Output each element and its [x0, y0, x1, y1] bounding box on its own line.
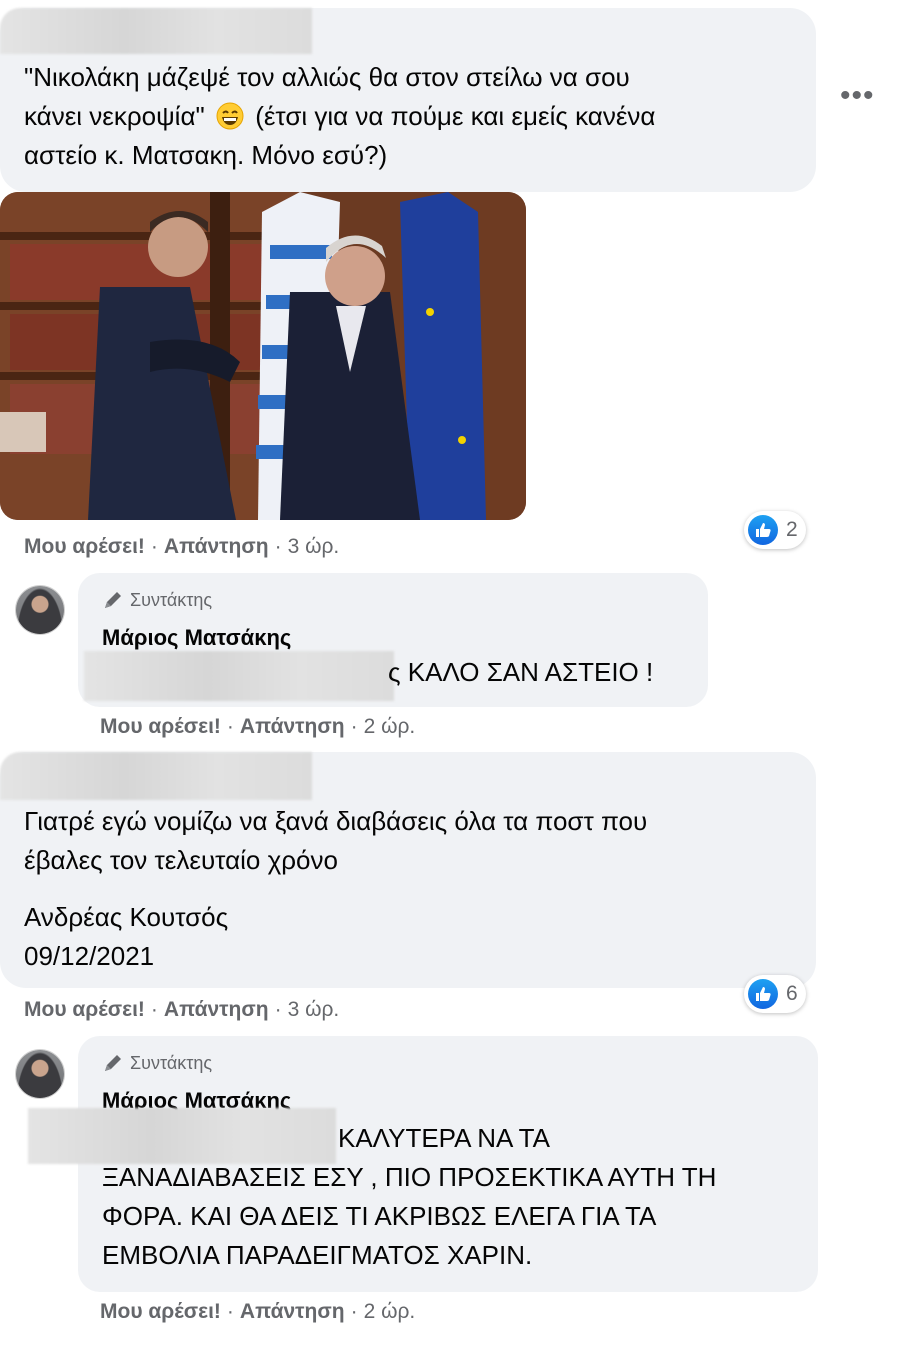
- badge-label: Συντάκτης: [130, 589, 213, 610]
- reaction-summary[interactable]: 6: [744, 975, 806, 1013]
- separator-dot: ·: [350, 1300, 358, 1323]
- comment-line: Γιατρέ εγώ νομίζω να ξανά διαβάσεις όλα …: [24, 806, 648, 836]
- like-link[interactable]: Μου αρέσει!: [100, 715, 221, 738]
- reply-line: ΦΟΡΑ. ΚΑΙ ΘΑ ΔΕΙΣ ΤΙ ΑΚΡΙΒΩΣ ΕΛΕΓΑ ΓΙΑ Τ…: [102, 1201, 657, 1231]
- comment-bubble: "Νικολάκη μάζεψέ τον αλλιώς θα στον στεί…: [0, 8, 816, 192]
- grinning-face-emoji: [216, 102, 244, 130]
- like-link[interactable]: Μου αρέσει!: [24, 535, 145, 558]
- reply-link[interactable]: Απάντηση: [240, 1300, 345, 1323]
- photo-illustration: [0, 192, 526, 520]
- author-name[interactable]: Μάριος Ματσάκης: [102, 625, 291, 651]
- like-reaction-icon: [748, 979, 778, 1009]
- reaction-count: 6: [786, 982, 798, 1005]
- like-reaction-icon: [748, 515, 778, 545]
- reply-line: ΞΑΝΑΔΙΑΒΑΣΕΙΣ ΕΣΥ , ΠΙΟ ΠΡΟΣΕΚΤΙΚΑ ΑΥΤΗ …: [102, 1162, 717, 1192]
- comment-date: 09/12/2021: [24, 941, 155, 971]
- comment-line-group: κάνει νεκροψία" (έτσι για να πούμε και ε…: [24, 97, 655, 136]
- avatar[interactable]: [16, 1050, 64, 1098]
- separator-dot: ·: [350, 715, 358, 738]
- comment-line: αστείο κ. Ματσακη. Μόνο εσύ?): [24, 140, 388, 170]
- comment-actions: Μου αρέσει! · Απάντηση · 3 ώρ.: [24, 535, 339, 559]
- avatar[interactable]: [16, 586, 64, 634]
- comment-text: (έτσι για να πούμε και εμείς κανένα: [255, 101, 656, 131]
- comment-line: έβαλες τον τελευταίο χρόνο: [24, 845, 338, 875]
- reply-bubble: Συντάκτης Μάριος Ματσάκης ΚΑΛΥΤΕΡΑ ΝΑ ΤΑ…: [28, 1036, 818, 1292]
- pencil-icon: [105, 1055, 121, 1071]
- timestamp[interactable]: 3 ώρ.: [288, 998, 340, 1021]
- separator-dot: ·: [274, 998, 282, 1021]
- separator-dot: ·: [150, 998, 158, 1021]
- reply-line: ΚΑΛΥΤΕΡΑ ΝΑ ΤΑ: [338, 1123, 550, 1153]
- separator-dot: ·: [150, 535, 158, 558]
- reply-line: ΕΜΒΟΛΙΑ ΠΑΡΑΔΕΙΓΜΑΤΟΣ ΧΑΡΙΝ.: [102, 1240, 533, 1270]
- pencil-icon: [105, 592, 121, 608]
- redacted-text: [28, 1108, 336, 1164]
- reaction-summary[interactable]: 2: [744, 511, 806, 549]
- like-link[interactable]: Μου αρέσει!: [24, 998, 145, 1021]
- redacted-name: [0, 8, 312, 54]
- reply-link[interactable]: Απάντηση: [164, 535, 269, 558]
- separator-dot: ·: [226, 715, 234, 738]
- redacted-name: [0, 752, 312, 800]
- comment-bubble: Γιατρέ εγώ νομίζω να ξανά διαβάσεις όλα …: [0, 752, 816, 988]
- reply-actions: Μου αρέσει! · Απάντηση · 2 ώρ.: [100, 1300, 415, 1324]
- like-link[interactable]: Μου αρέσει!: [100, 1300, 221, 1323]
- author-badge: Συντάκτης: [102, 589, 212, 611]
- comment-signature: Ανδρέας Κουτσός: [24, 902, 229, 932]
- reply-bubble: Συντάκτης Μάριος Ματσάκης ς ΚΑΛΟ ΣΑΝ ΑΣΤ…: [78, 573, 708, 707]
- timestamp[interactable]: 2 ώρ.: [364, 1300, 416, 1323]
- reply-text: ς ΚΑΛΟ ΣΑΝ ΑΣΤΕΙΟ !: [388, 657, 654, 687]
- separator-dot: ·: [274, 535, 282, 558]
- timestamp[interactable]: 3 ώρ.: [288, 535, 340, 558]
- reaction-count: 2: [786, 518, 798, 541]
- comment-photo[interactable]: [0, 192, 526, 520]
- separator-dot: ·: [226, 1300, 234, 1323]
- comment-actions: Μου αρέσει! · Απάντηση · 3 ώρ.: [24, 998, 339, 1022]
- reply-link[interactable]: Απάντηση: [240, 715, 345, 738]
- reply-actions: Μου αρέσει! · Απάντηση · 2 ώρ.: [100, 715, 415, 739]
- timestamp[interactable]: 2 ώρ.: [364, 715, 416, 738]
- comment-line: "Νικολάκη μάζεψέ τον αλλιώς θα στον στεί…: [24, 62, 630, 92]
- badge-label: Συντάκτης: [130, 1052, 213, 1073]
- author-badge: Συντάκτης: [102, 1052, 212, 1074]
- comment-text: κάνει νεκροψία": [24, 101, 205, 131]
- more-options-icon[interactable]: •••: [840, 81, 875, 111]
- redacted-text: [84, 651, 394, 701]
- reply-link[interactable]: Απάντηση: [164, 998, 269, 1021]
